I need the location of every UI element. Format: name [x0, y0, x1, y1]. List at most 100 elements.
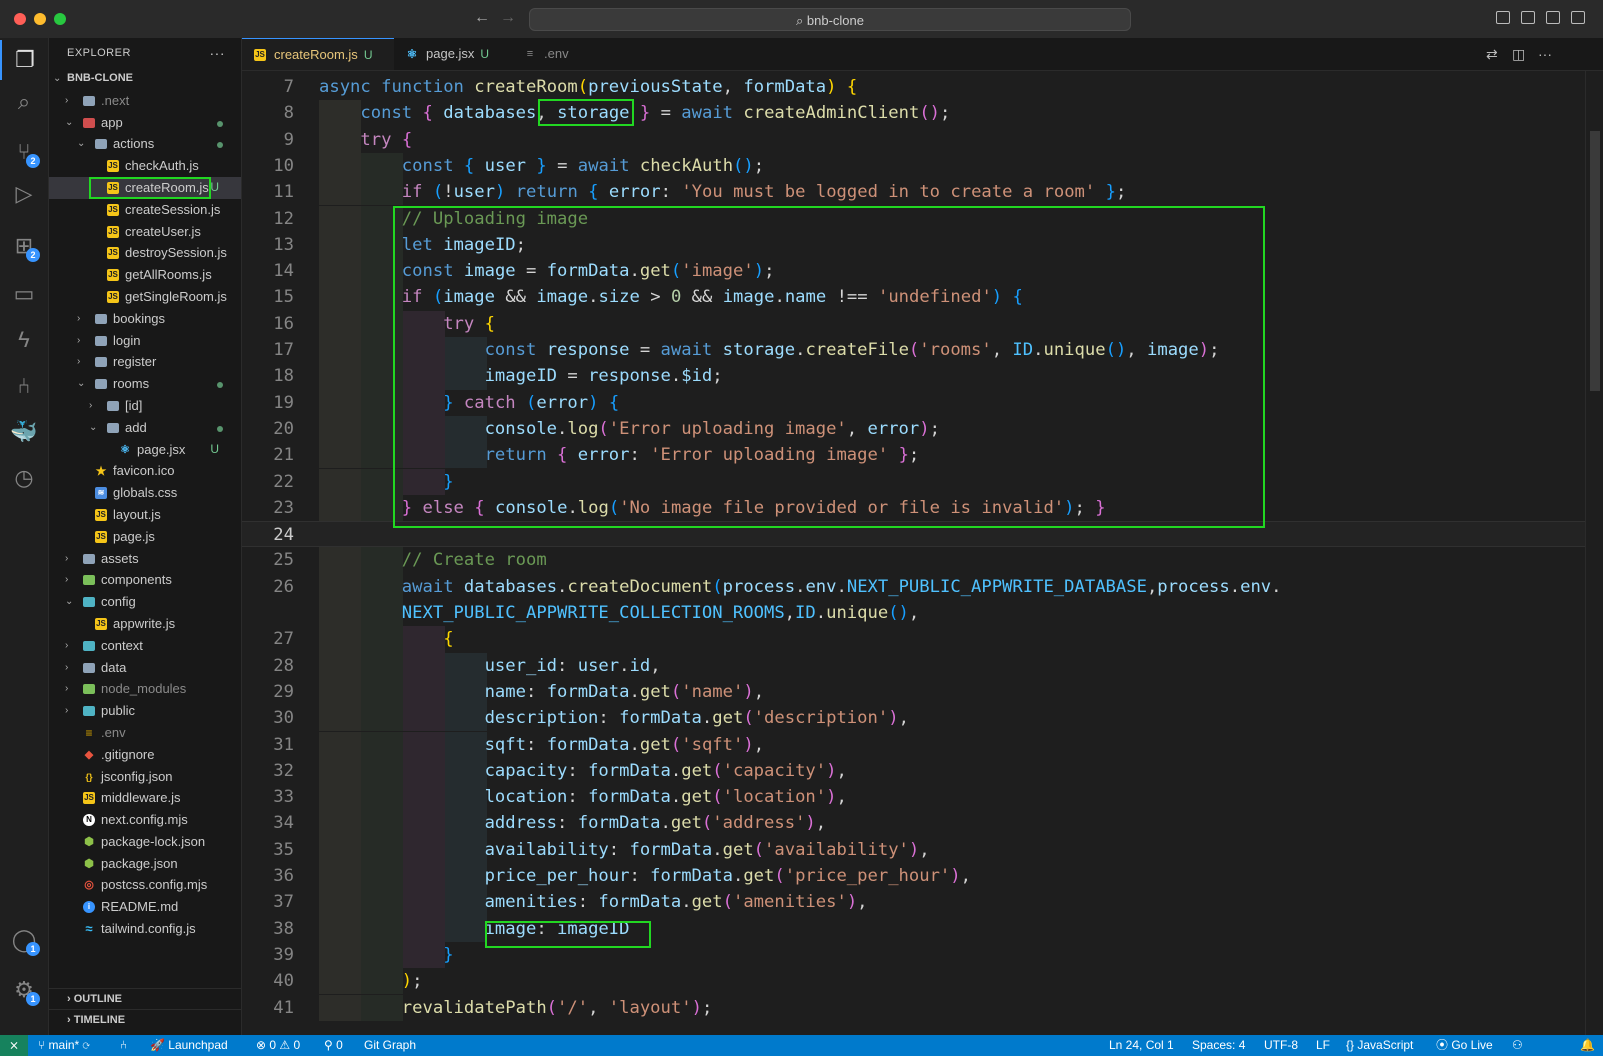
folder-row[interactable]: ⌄ actions: [49, 133, 241, 155]
go-live-button[interactable]: ⦿ Go Live: [1436, 1035, 1493, 1056]
zoom-window-button[interactable]: [54, 13, 66, 25]
code-line[interactable]: 18 imageID = response.$id;: [242, 363, 1585, 390]
code-line[interactable]: 32 capacity: formData.get('capacity'),: [242, 757, 1585, 785]
code-line[interactable]: 15 if (image && image.size > 0 && image.…: [242, 284, 1585, 311]
customize-layout-icon[interactable]: [1571, 11, 1585, 24]
file-row[interactable]: ≋ globals.css: [49, 482, 241, 504]
code-editor[interactable]: 7 async function createRoom(previousState…: [242, 71, 1585, 1035]
file-row[interactable]: JS createSession.js: [49, 199, 241, 221]
more-actions-icon[interactable]: ···: [1538, 46, 1552, 62]
file-row[interactable]: JS layout.js: [49, 504, 241, 526]
run-debug-icon[interactable]: ▷: [0, 174, 48, 214]
code-line[interactable]: 24: [242, 521, 1585, 548]
code-line[interactable]: 30 description: formData.get('descriptio…: [242, 705, 1585, 732]
forward-arrow-icon[interactable]: →: [500, 9, 516, 27]
code-line[interactable]: 9 try {: [242, 126, 1585, 153]
code-line[interactable]: 22 }: [242, 468, 1585, 495]
timeline-icon[interactable]: ◷: [0, 458, 48, 498]
code-line[interactable]: 13 let imageID;: [242, 231, 1585, 259]
code-line[interactable]: 37 amenities: formData.get('amenities'),: [242, 889, 1585, 916]
search-icon[interactable]: ⌕: [0, 82, 48, 122]
sync-icon[interactable]: ⟳: [83, 1038, 90, 1052]
folder-row[interactable]: › components: [49, 569, 241, 591]
code-line[interactable]: 23 } else { console.log('No image file p…: [242, 494, 1585, 522]
branch-indicator[interactable]: ⑂ main* ⟳: [38, 1035, 90, 1056]
notifications-bell-icon[interactable]: 🔔: [1580, 1035, 1595, 1056]
remote-explorer-icon[interactable]: ▭: [0, 274, 48, 314]
more-actions-icon[interactable]: ···: [210, 38, 226, 68]
folder-row[interactable]: ⌄ config: [49, 591, 241, 613]
launchpad-icon[interactable]: ⑃: [120, 1035, 127, 1056]
code-line[interactable]: 35 availability: formData.get('availabil…: [242, 836, 1585, 863]
back-arrow-icon[interactable]: ←: [474, 9, 490, 27]
problems-indicator[interactable]: ⊗ 0 ⚠ 0: [256, 1035, 300, 1056]
ports-indicator[interactable]: ⚲ 0: [324, 1035, 343, 1056]
code-line[interactable]: 39 }: [242, 941, 1585, 969]
folder-row[interactable]: ⌄ rooms: [49, 373, 241, 395]
code-line[interactable]: 28 user_id: user.id,: [242, 652, 1585, 679]
file-row[interactable]: Nnext.config.mjs: [49, 809, 241, 831]
editor-scrollbar[interactable]: [1585, 71, 1603, 1035]
toggle-secondary-sidebar-icon[interactable]: [1546, 11, 1560, 24]
code-line[interactable]: 41 revalidatePath('/', 'layout');: [242, 994, 1585, 1021]
code-line[interactable]: 16 try {: [242, 310, 1585, 337]
folder-row[interactable]: › data: [49, 657, 241, 679]
code-line[interactable]: NEXT_PUBLIC_APPWRITE_COLLECTION_ROOMS,ID…: [242, 600, 1585, 627]
language-mode[interactable]: {} JavaScript: [1346, 1035, 1413, 1056]
file-row[interactable]: ◆ .gitignore: [49, 744, 241, 766]
folder-row[interactable]: › context: [49, 635, 241, 657]
extensions-icon[interactable]: ⊞ 2: [0, 226, 48, 266]
file-row[interactable]: JS createRoom.js U: [49, 176, 241, 199]
folder-row[interactable]: › [id]: [49, 395, 241, 417]
outline-section-header[interactable]: › OUTLINE: [49, 988, 241, 1009]
file-row[interactable]: JS page.js: [49, 526, 241, 548]
folder-row[interactable]: › register: [49, 351, 241, 373]
code-line[interactable]: 40 );: [242, 968, 1585, 995]
scrollbar-thumb[interactable]: [1590, 131, 1600, 391]
account-icon[interactable]: ◯ 1: [0, 920, 48, 960]
file-row[interactable]: JS createUser.js: [49, 221, 241, 243]
launchpad-button[interactable]: 🚀 Launchpad: [150, 1035, 228, 1056]
file-row[interactable]: JS appwrite.js: [49, 613, 241, 635]
tab-createroom[interactable]: JS createRoom.js U: [242, 38, 394, 70]
file-row[interactable]: JS getAllRooms.js: [49, 264, 241, 286]
code-line[interactable]: 11 if (!user) return { error: 'You must …: [242, 179, 1585, 206]
file-row[interactable]: JS middleware.js: [49, 787, 241, 809]
git-graph-button[interactable]: Git Graph: [364, 1035, 416, 1056]
code-line[interactable]: 19 } catch (error) {: [242, 389, 1585, 416]
compare-icon[interactable]: ⇄: [1486, 46, 1498, 63]
file-row[interactable]: ◎ postcss.config.mjs: [49, 874, 241, 896]
file-row[interactable]: ⚛ page.jsx U: [49, 439, 241, 461]
tab-env[interactable]: ≡ .env: [512, 38, 612, 70]
thunder-client-icon[interactable]: ϟ: [0, 320, 48, 360]
close-window-button[interactable]: [14, 13, 26, 25]
file-row[interactable]: ★ favicon.ico: [49, 460, 241, 482]
folder-row[interactable]: › .next: [49, 90, 241, 112]
code-line[interactable]: 38 image: imageID: [242, 915, 1585, 942]
toggle-panel-icon[interactable]: [1521, 11, 1535, 24]
code-line[interactable]: 12 // Uploading image: [242, 205, 1585, 232]
folder-row[interactable]: › public: [49, 700, 241, 722]
code-line[interactable]: 7 async function createRoom(previousState…: [242, 74, 1585, 100]
code-line[interactable]: 29 name: formData.get('name'),: [242, 678, 1585, 706]
code-line[interactable]: 8 const { databases, storage } = await c…: [242, 100, 1585, 127]
code-line[interactable]: 20 console.log('Error uploading image', …: [242, 415, 1585, 443]
explorer-root[interactable]: ⌄ BNB-CLONE: [49, 68, 241, 90]
code-line[interactable]: 26 await databases.createDocument(proces…: [242, 573, 1585, 600]
timeline-section-header[interactable]: › TIMELINE: [49, 1009, 241, 1030]
minimize-window-button[interactable]: [34, 13, 46, 25]
code-line[interactable]: 36 price_per_hour: formData.get('price_p…: [242, 863, 1585, 890]
split-editor-icon[interactable]: ◫: [1512, 46, 1525, 63]
file-row[interactable]: JS getSingleRoom.js: [49, 286, 241, 308]
tab-page-jsx[interactable]: ⚛ page.jsx U: [394, 38, 512, 70]
git-graph-icon[interactable]: ⑃: [0, 366, 48, 406]
code-line[interactable]: 31 sqft: formData.get('sqft'),: [242, 731, 1585, 758]
file-row[interactable]: ⬢ package-lock.json: [49, 831, 241, 853]
manage-gear-icon[interactable]: ⚙ 1: [0, 970, 48, 1010]
cursor-position[interactable]: Ln 24, Col 1: [1109, 1035, 1174, 1056]
file-row[interactable]: {} jsconfig.json: [49, 766, 241, 788]
code-line[interactable]: 27 {: [242, 626, 1585, 653]
file-row[interactable]: ≡ .env: [49, 722, 241, 744]
source-control-icon[interactable]: ⑂ 2: [0, 132, 48, 172]
file-row[interactable]: ≈ tailwind.config.js: [49, 918, 241, 940]
